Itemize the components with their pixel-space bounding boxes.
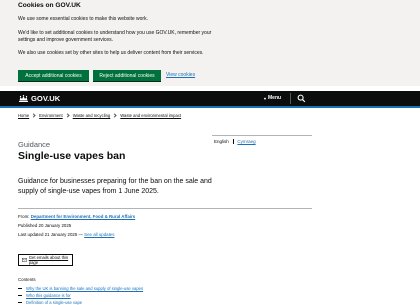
list-item: Who this guidance is for [18, 292, 143, 299]
accept-cookies-button[interactable]: Accept additional cookies [18, 70, 89, 82]
site-header: GOV.UK ▾ Menu [0, 91, 420, 106]
header-blue-rule [0, 106, 420, 108]
crown-icon [19, 94, 28, 102]
breadcrumb-waste-impact[interactable]: Waste and environmental impact [120, 113, 181, 118]
dash-icon [18, 288, 22, 289]
contents-link[interactable]: Definition of a single-use vape [26, 300, 82, 305]
get-emails-button[interactable]: Get emails about this page [18, 254, 73, 266]
chevron-right-icon [112, 113, 117, 118]
contents-heading: Contents [18, 277, 36, 282]
page-caption: Guidance [18, 140, 51, 149]
see-all-updates-link[interactable]: See all updates [84, 232, 114, 237]
menu-button[interactable]: ▾ Menu [262, 95, 281, 101]
breadcrumb-home[interactable]: Home [18, 113, 29, 118]
govuk-logo[interactable]: GOV.UK [18, 93, 60, 104]
language-divider [212, 135, 312, 136]
dash-icon [18, 295, 22, 296]
cookie-banner: Cookies on GOV.UK We use some essential … [0, 0, 420, 86]
cookie-banner-text: We use some essential cookies to make th… [18, 16, 148, 22]
dash-icon [18, 302, 22, 303]
menu-label: Menu [268, 95, 282, 101]
metadata-divider [18, 208, 312, 209]
from-label: From: [18, 214, 30, 219]
cookie-banner-text: We'd like to set additional cookies to u… [18, 30, 212, 44]
metadata-published: Published 20 January 2025 [18, 223, 72, 228]
page-title: Single-use vapes ban [18, 150, 126, 162]
contents-list: Why the UK is banning the sale and suppl… [18, 285, 143, 305]
search-icon[interactable] [297, 94, 306, 103]
language-separator [232, 139, 234, 144]
header-divider [290, 93, 291, 104]
page-lede: Guidance for businesses preparing for th… [18, 178, 212, 195]
breadcrumb-waste-recycling[interactable]: Waste and recycling [73, 113, 111, 118]
chevron-down-icon: ▾ [264, 95, 267, 101]
get-emails-label: Get emails about this page [28, 255, 69, 265]
cookie-banner-title: Cookies on GOV.UK [18, 2, 81, 9]
last-updated-text: Last updated 21 January 2025 — [18, 232, 83, 237]
brand-name: GOV.UK [31, 94, 61, 103]
list-item: Why the UK is banning the sale and suppl… [18, 285, 143, 292]
metadata-updated: Last updated 21 January 2025 — See all u… [18, 232, 114, 237]
language-switcher: English Cymraeg [212, 137, 312, 146]
organisation-link[interactable]: Department for Environment, Food & Rural… [31, 214, 136, 219]
view-cookies-link[interactable]: View cookies [166, 72, 195, 78]
cookie-banner-text: We also use cookies set by other sites t… [18, 50, 204, 56]
contents-link[interactable]: Who this guidance is for [26, 293, 71, 298]
chevron-right-icon [31, 113, 36, 118]
list-item: Definition of a single-use vape [18, 299, 143, 305]
contents-link[interactable]: Why the UK is banning the sale and suppl… [26, 286, 143, 291]
language-current: English [214, 139, 229, 144]
envelope-icon [22, 258, 27, 262]
language-welsh-link[interactable]: Cymraeg [237, 139, 255, 144]
breadcrumb: Home Environment Waste and recycling Was… [18, 113, 181, 118]
breadcrumb-environment[interactable]: Environment [39, 113, 63, 118]
reject-cookies-button[interactable]: Reject additional cookies [93, 70, 161, 82]
chevron-right-icon [65, 113, 70, 118]
metadata-from: From: Department for Environment, Food &… [18, 214, 135, 219]
